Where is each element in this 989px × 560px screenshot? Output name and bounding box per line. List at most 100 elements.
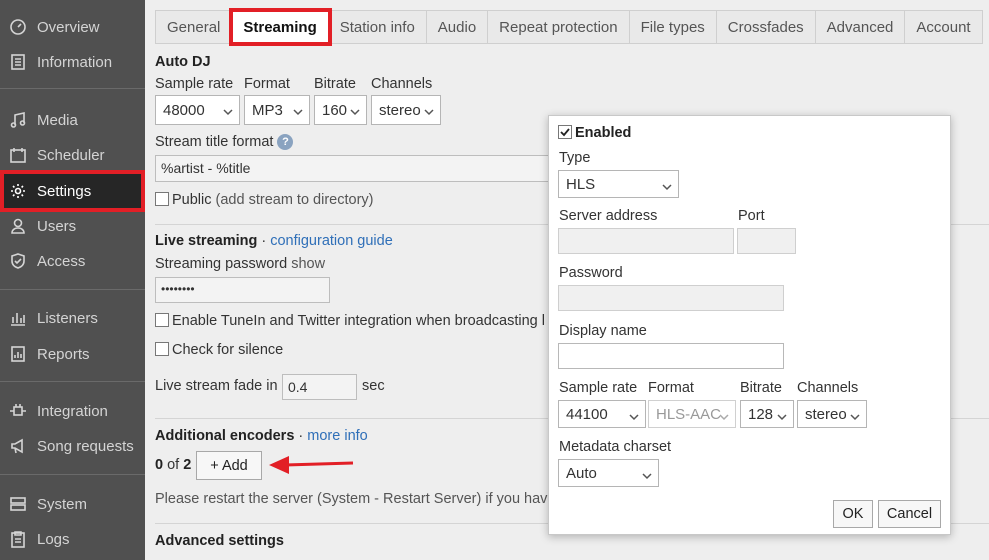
tab-repeat-protection[interactable]: Repeat protection [488, 11, 630, 43]
sidebar: Overview Information Media Scheduler Set… [0, 0, 145, 560]
cancel-button[interactable]: Cancel [878, 500, 941, 528]
streaming-password-input[interactable]: •••••••• [155, 277, 330, 303]
sidebar-item-label: Users [37, 217, 77, 235]
calendar-icon [9, 146, 27, 164]
sidebar-item-label: Information [37, 53, 113, 71]
public-checkbox-row[interactable]: Public (add stream to directory) [155, 192, 373, 208]
sidebar-item-system[interactable]: System [0, 487, 145, 521]
dashboard-icon [9, 18, 27, 36]
dialog-channels-select[interactable]: stereo [797, 400, 867, 428]
check-icon [560, 128, 570, 137]
sidebar-item-users[interactable]: Users [0, 209, 145, 243]
sidebar-item-logs[interactable]: Logs [0, 522, 145, 556]
sample-rate-label: Sample rate [155, 76, 234, 92]
megaphone-icon [9, 437, 27, 455]
chevron-down-icon [629, 409, 639, 421]
sidebar-item-integration[interactable]: Integration [0, 394, 145, 428]
port-input[interactable] [737, 228, 796, 254]
sidebar-item-label: System [37, 495, 88, 513]
sidebar-item-label: Integration [37, 402, 108, 420]
sidebar-item-overview[interactable]: Overview [0, 10, 145, 44]
channels-select[interactable]: stereo [371, 95, 441, 125]
sidebar-item-media[interactable]: Media [0, 103, 145, 137]
sidebar-item-access[interactable]: Access [0, 244, 145, 278]
report-icon [9, 345, 27, 363]
chevron-down-icon [642, 468, 652, 480]
sample-rate-select[interactable]: 48000 [155, 95, 240, 125]
chevron-down-icon [223, 104, 233, 116]
tab-streaming[interactable]: Streaming [229, 8, 332, 46]
chevron-down-icon [424, 104, 434, 116]
encoder-dialog: Enabled Type HLS Server address Port Pas… [548, 115, 951, 535]
tab-station-info[interactable]: Station info [329, 11, 427, 43]
tab-advanced[interactable]: Advanced [816, 11, 906, 43]
live-streaming-heading: Live streaming · configuration guide [155, 233, 393, 249]
additional-encoders-heading: Additional encoders · more info [155, 428, 368, 444]
dialog-format-label: Format [648, 380, 694, 396]
user-icon [9, 217, 27, 235]
chevron-down-icon [719, 409, 729, 421]
tab-audio[interactable]: Audio [427, 11, 489, 43]
display-name-label: Display name [559, 323, 647, 339]
enabled-checkbox[interactable] [558, 125, 572, 139]
tunein-checkbox[interactable] [155, 313, 169, 327]
dialog-format-select[interactable]: HLS-AAC [648, 400, 736, 428]
sidebar-item-listeners[interactable]: Listeners [0, 301, 145, 335]
tab-file-types[interactable]: File types [630, 11, 717, 43]
type-select[interactable]: HLS [558, 170, 679, 198]
password-label: Password [559, 265, 623, 281]
info-list-icon [9, 53, 27, 71]
server-icon [9, 495, 27, 513]
public-checkbox[interactable] [155, 192, 169, 206]
sidebar-item-settings[interactable]: Settings [0, 170, 145, 212]
password-input[interactable] [558, 285, 784, 311]
format-select[interactable]: MP3 [244, 95, 310, 125]
channels-label: Channels [371, 76, 433, 92]
ok-button[interactable]: OK [833, 500, 873, 528]
sidebar-item-reports[interactable]: Reports [0, 337, 145, 371]
stream-title-format-input[interactable]: %artist - %title [155, 155, 555, 182]
clipboard-icon [9, 530, 27, 548]
format-label: Format [244, 76, 290, 92]
sidebar-item-label: Media [37, 111, 78, 129]
more-info-link[interactable]: more info [307, 428, 367, 444]
bar-chart-icon [9, 309, 27, 327]
sidebar-item-label: Logs [37, 530, 70, 548]
tab-crossfades[interactable]: Crossfades [717, 11, 816, 43]
arrow-annotation-icon [269, 456, 354, 474]
sidebar-item-label: Scheduler [37, 146, 105, 164]
music-note-icon [9, 111, 27, 129]
add-encoder-button[interactable]: + Add [196, 451, 262, 480]
sidebar-item-label: Access [37, 252, 86, 270]
settings-tabs: General Streaming Station info Audio Rep… [155, 8, 983, 46]
dialog-sample-rate-select[interactable]: 44100 [558, 400, 646, 428]
port-label: Port [738, 208, 765, 224]
tab-general[interactable]: General [156, 11, 233, 43]
tunein-checkbox-row[interactable]: Enable TuneIn and Twitter integration wh… [155, 313, 545, 329]
display-name-input[interactable] [558, 343, 784, 369]
configuration-guide-link[interactable]: configuration guide [270, 233, 393, 249]
metadata-charset-select[interactable]: Auto [558, 459, 659, 487]
bitrate-select[interactable]: 160 [314, 95, 367, 125]
server-address-input[interactable] [558, 228, 734, 254]
stream-title-format-label: Stream title format ? [155, 134, 294, 150]
help-icon[interactable]: ? [277, 134, 294, 150]
sidebar-item-label: Listeners [37, 309, 98, 327]
type-label: Type [559, 150, 591, 166]
fade-in-input[interactable]: 0.4 [282, 374, 357, 400]
plug-icon [9, 402, 27, 420]
sidebar-item-song-requests[interactable]: Song requests [0, 429, 145, 463]
tab-account[interactable]: Account [905, 11, 981, 43]
streaming-password-label: Streaming password show [155, 256, 326, 272]
chevron-down-icon [777, 409, 787, 421]
enabled-checkbox-row[interactable]: Enabled [558, 125, 631, 141]
fade-in-label: Live stream fade in [155, 378, 278, 394]
encoder-count: 0 of 2 [155, 457, 192, 473]
silence-checkbox[interactable] [155, 342, 169, 356]
sidebar-item-label: Reports [37, 345, 90, 363]
show-password-link[interactable]: show [291, 256, 325, 272]
silence-checkbox-row[interactable]: Check for silence [155, 342, 283, 358]
sidebar-item-information[interactable]: Information [0, 45, 145, 79]
dialog-bitrate-select[interactable]: 128 [740, 400, 794, 428]
sidebar-item-scheduler[interactable]: Scheduler [0, 138, 145, 172]
